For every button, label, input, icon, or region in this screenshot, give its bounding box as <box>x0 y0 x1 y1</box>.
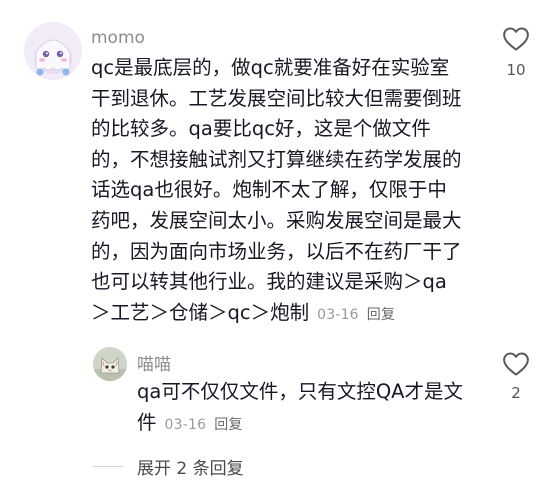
comment-line-text: 件 <box>137 410 157 434</box>
username[interactable]: 喵喵 <box>137 350 171 375</box>
comment-line: 件 03-16 回复 <box>137 408 487 441</box>
comment-line: 药吧，发展空间太小。采购发展空间是最大 <box>91 208 462 232</box>
comment-line: 的，因为面向市场业务，以后不在药厂干了 <box>91 239 462 263</box>
like-button[interactable] <box>501 24 531 54</box>
comment-line: 的比较多。qa要比qc好，这是个做文件 <box>91 117 431 141</box>
cat-photo-avatar-icon <box>93 347 127 381</box>
avatar[interactable] <box>93 347 127 381</box>
cartoon-ghost-avatar-icon <box>24 22 82 80</box>
reply-button[interactable]: 回复 <box>367 307 395 323</box>
heart-outline-icon <box>503 27 529 51</box>
expand-replies-label: 展开 2 条回复 <box>137 459 244 479</box>
comment-line: qa可不仅仅文件，只有文控QA才是文 <box>137 380 464 403</box>
comment-line: 话选qa也很好。炮制不太了解，仅限于中 <box>91 178 447 202</box>
timestamp: 03-16 <box>164 416 207 433</box>
like-count: 2 <box>511 384 521 402</box>
reply-button[interactable]: 回复 <box>214 417 242 433</box>
comment-text: qc是最底层的，做qc就要准备好在实验室 干到退休。工艺发展空间比较大但需要倒班… <box>91 53 491 330</box>
timestamp: 03-16 <box>317 306 359 323</box>
comment-line: 干到退休。工艺发展空间比较大但需要倒班 <box>91 86 462 110</box>
like-count: 10 <box>506 61 526 79</box>
comment-line: ＞工艺＞仓储＞qc＞炮制 03-16 回复 <box>91 298 491 331</box>
comment-text: qa可不仅仅文件，只有文控QA才是文 件 03-16 回复 <box>137 377 487 440</box>
like-button[interactable] <box>501 349 531 379</box>
comment-line: 的，不想接触试剂又打算继续在药学发展的 <box>91 147 462 171</box>
comment-line: qc是最底层的，做qc就要准备好在实验室 <box>91 56 450 79</box>
expand-replies-button[interactable]: 展开 2 条回复 <box>137 454 244 479</box>
heart-outline-icon <box>503 352 529 376</box>
avatar[interactable] <box>24 22 82 80</box>
comment-line: 也可以转其他行业。我的建议是采购＞qa <box>91 270 447 294</box>
comment-line-text: ＞工艺＞仓储＞qc＞炮制 <box>91 300 310 324</box>
username[interactable]: momo <box>91 28 145 48</box>
expand-divider <box>93 466 123 467</box>
